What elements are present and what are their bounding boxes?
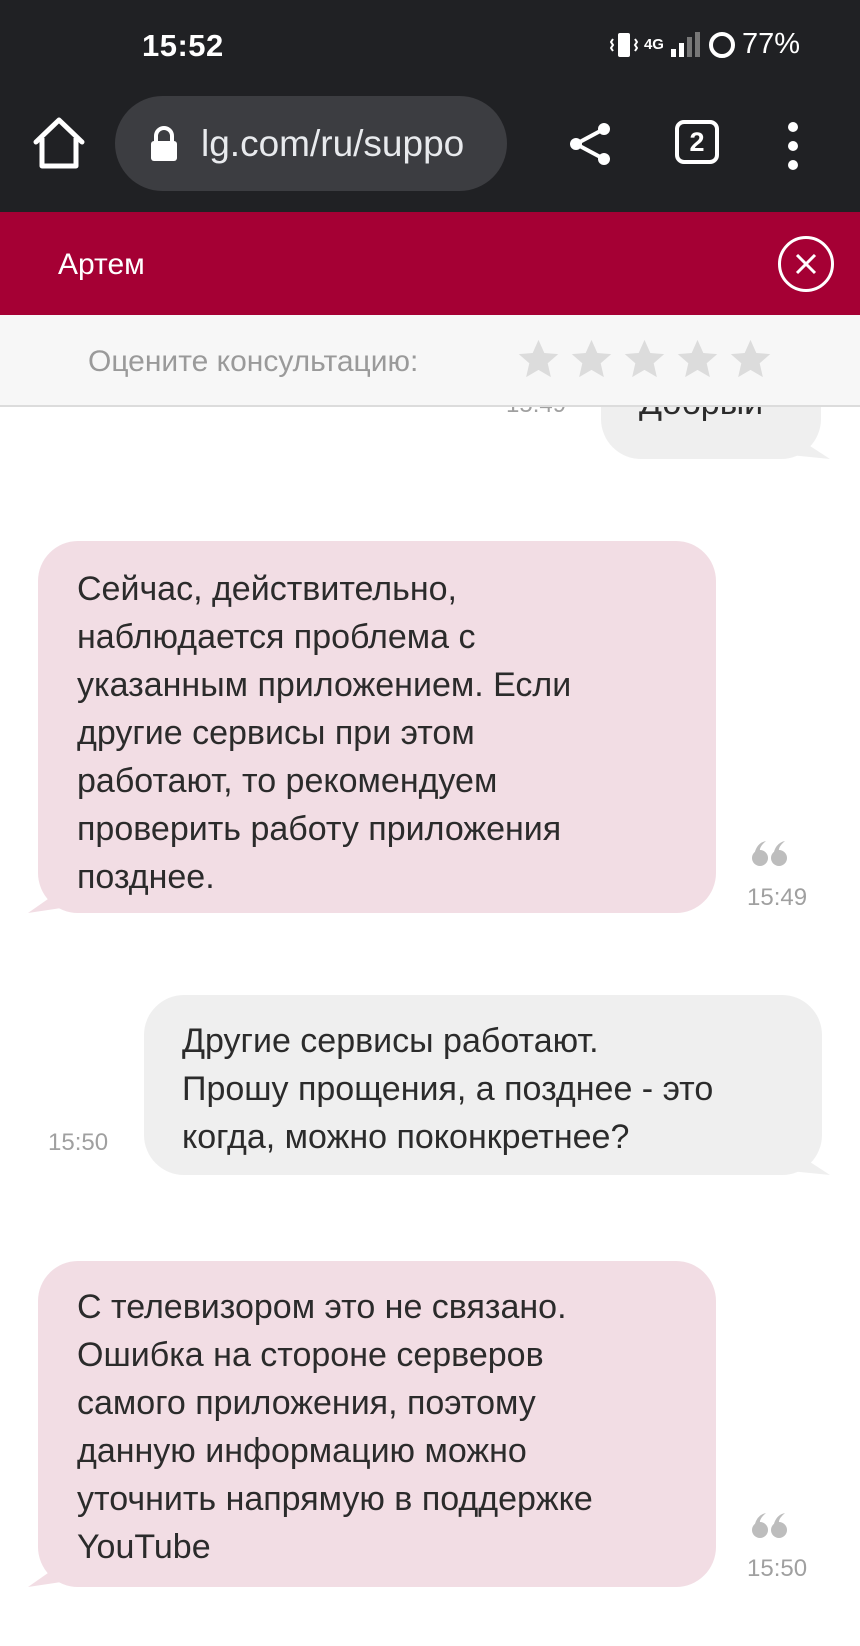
quote-icon [752,1513,787,1538]
bubble-tail [28,1559,68,1587]
star-icon-1[interactable] [516,337,561,382]
close-chat-button[interactable] [778,236,834,292]
chat-header: Артем [0,212,860,315]
home-icon[interactable] [30,114,88,172]
close-icon [795,253,817,275]
quote-icon [752,841,787,866]
message-time: 15:49 [506,407,566,419]
status-time: 15:52 [142,28,224,63]
signal-icon [670,31,700,57]
agent-message: Сейчас, действительно, наблюдается пробл… [38,541,716,913]
url-bar[interactable]: lg.com/ru/suppo [115,96,507,191]
bubble-tail [28,885,68,913]
star-icon-3[interactable] [622,337,667,382]
url-text: lg.com/ru/suppo [201,122,465,164]
rating-bar: Оцените консультацию: [0,315,860,407]
message-time: 15:50 [747,1555,808,1582]
tab-switcher-icon[interactable]: 2 [675,120,719,164]
rating-stars [516,337,773,382]
bubble-tail [790,433,830,459]
agent-message: С телевизором это не связано. Ошибка на … [38,1261,716,1587]
network-type: 4G [643,36,664,53]
more-vert-icon[interactable] [783,120,803,172]
star-icon-2[interactable] [569,337,614,382]
user-message: Добрый [601,407,821,459]
lock-icon [151,125,177,161]
message-time: 15:49 [747,884,808,911]
share-icon[interactable] [566,120,614,168]
vibrate-icon [609,32,638,57]
rating-label: Оцените консультацию: [88,345,419,378]
message-text: С телевизором это не связано. Ошибка на … [77,1288,593,1566]
bubble-tail [790,1149,830,1175]
battery-ring-icon [708,31,735,58]
status-icons: 4G 77% [609,28,800,61]
message-list[interactable]: Добрый 15:49 Сейчас, действительно, набл… [0,407,860,1646]
agent-name: Артем [58,248,145,281]
message-text: Другие сервисы работают. Прошу прощения,… [182,1022,714,1156]
star-icon-5[interactable] [728,337,773,382]
battery-level: 77% [741,28,800,60]
message-time: 15:50 [48,1129,109,1156]
message-text: Сейчас, действительно, наблюдается пробл… [77,570,572,896]
star-icon-4[interactable] [675,337,720,382]
browser-chrome: 15:52 4G 77% lg.com/ru/suppo 2 [0,0,860,212]
user-message: Другие сервисы работают. Прошу прощения,… [144,995,822,1175]
message-text: Добрый [639,407,763,427]
